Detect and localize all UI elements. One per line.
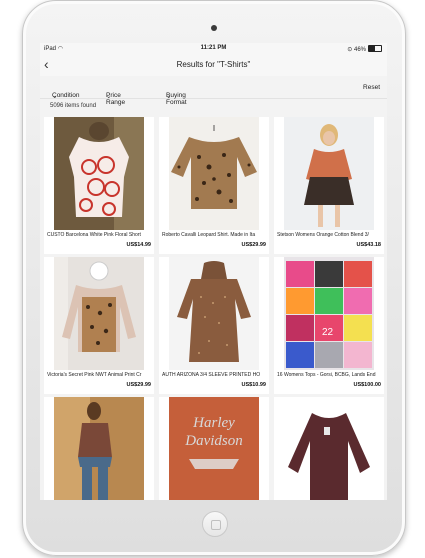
logo-text: Davidson (184, 433, 243, 449)
listing-card[interactable] (44, 397, 154, 500)
listing-title: AUTH ARIZONA 3/4 SLEEVE PRINTED HO (162, 372, 261, 378)
reset-button[interactable]: Reset (363, 84, 380, 91)
listing-price: US$100.00 (353, 382, 381, 388)
listing-card[interactable]: AUTH ARIZONA 3/4 SLEEVE PRINTED HO US$10… (159, 257, 269, 394)
listing-price: US$14.99 (126, 242, 151, 248)
listing-image (284, 397, 374, 500)
listing-card[interactable]: CUSTO Barcelona White Pink Floral Short … (44, 117, 154, 254)
navigation-bar: ‹ Results for "T-Shirts" (40, 54, 387, 76)
listing-card[interactable]: Stetson Womens Orange Cotton Blend 3/ US… (274, 117, 384, 254)
chevron-down-icon: ⌄ (166, 93, 172, 100)
chevron-down-icon: ⌄ (52, 93, 58, 100)
lock-rotation-icon: ⊙ (347, 47, 353, 53)
listing-title: 16 Womens Tops - Gorsi, BCBG, Lands End (277, 372, 376, 378)
listing-image (54, 117, 144, 230)
listing-price: US$29.99 (241, 242, 266, 248)
svg-text:22: 22 (322, 327, 334, 338)
listing-image (284, 117, 374, 230)
listing-title: Roberto Cavalli Leopard Shirt. Made in I… (162, 232, 256, 238)
listing-price: US$29.99 (126, 382, 151, 388)
listing-image: Harley Davidson (169, 397, 259, 500)
app-screen: iPad ◠ 11:21 PM ⊙ 46% ‹ Results for "T-S… (40, 43, 387, 500)
battery-status: ⊙ 46% (347, 45, 382, 53)
battery-icon (368, 45, 382, 52)
listing-card[interactable] (274, 397, 384, 500)
status-bar: iPad ◠ 11:21 PM ⊙ 46% (40, 43, 387, 54)
listing-card[interactable]: 22 16 Womens Tops - Gorsi, BCBG, Lands E… (274, 257, 384, 394)
listing-title: Stetson Womens Orange Cotton Blend 3/ (277, 232, 369, 238)
listing-image (54, 397, 144, 500)
home-button[interactable] (202, 511, 228, 537)
listing-title: Victoria's Secret Pink NWT Animal Print … (47, 372, 142, 378)
filter-bar: Condition ⌄ Price Range ⌄ Buying Format … (40, 76, 387, 106)
chevron-down-icon: ⌄ (106, 93, 112, 100)
listing-image (169, 257, 259, 370)
listing-image (54, 257, 144, 370)
listing-card[interactable]: Victoria's Secret Pink NWT Animal Print … (44, 257, 154, 394)
page-title: Results for "T-Shirts" (176, 60, 251, 69)
status-time: 11:21 PM (200, 45, 227, 51)
listing-price: US$10.99 (241, 382, 266, 388)
listing-image (169, 117, 259, 230)
results-count: 5096 items found (50, 103, 97, 109)
listing-title: CUSTO Barcelona White Pink Floral Short (47, 232, 141, 238)
listing-image: 22 (284, 257, 374, 370)
logo-text: Harley (192, 415, 235, 431)
listing-card[interactable]: Roberto Cavalli Leopard Shirt. Made in I… (159, 117, 269, 254)
camera (211, 25, 217, 31)
listing-price: US$43.18 (356, 242, 381, 248)
listing-card[interactable]: Harley Davidson (159, 397, 269, 500)
